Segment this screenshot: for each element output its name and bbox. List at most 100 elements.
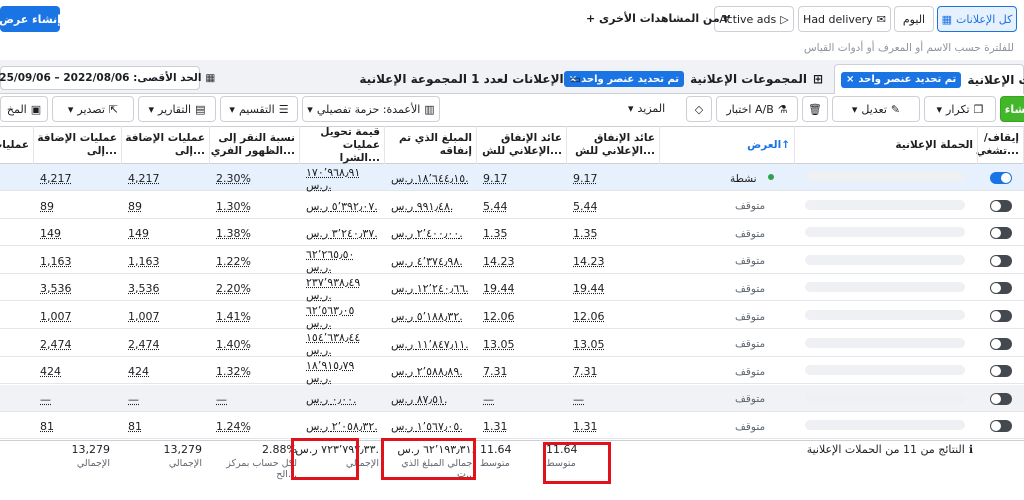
- column-header-conv-value[interactable]: قيمة تحويل عمليات الشرا...: [300, 126, 385, 164]
- column-header-offer[interactable]: العرض ↑: [660, 126, 795, 164]
- cell-spent: ٤٬٣٧٤٫٩٨ ر.س.: [391, 254, 463, 268]
- delivery-status: متوقف: [735, 338, 766, 351]
- cell-spent: ٨٧٫٥١ ر.س.: [391, 392, 448, 406]
- status-toggle[interactable]: [990, 227, 1012, 240]
- columns-dropdown[interactable]: ▾ الأعمدة: حزمة تفصيلي ▥: [302, 96, 440, 122]
- export-dropdown[interactable]: ▾ تصدير ⇱: [52, 96, 134, 122]
- campaign-name-redacted[interactable]: [805, 172, 965, 182]
- today-view-button[interactable]: اليوم: [894, 6, 934, 32]
- more-views-link[interactable]: + ٢ من المشاهدات الأخرى: [586, 12, 730, 25]
- more-dropdown[interactable]: ▾ المزيد: [628, 102, 665, 115]
- status-toggle[interactable]: [990, 310, 1012, 322]
- cell-roas2: 9.17: [483, 172, 508, 185]
- ab-test-button[interactable]: اختبار A/B ⚗: [716, 96, 798, 122]
- all-ads-view-button[interactable]: ▦ كل الإعلانات: [937, 6, 1017, 32]
- cell-ctr: 1.22%: [216, 254, 251, 268]
- delivery-status: متوقف: [735, 255, 766, 268]
- campaign-name-redacted[interactable]: [805, 282, 965, 293]
- export-icon: ⇱: [108, 102, 119, 116]
- column-header-amount-spent[interactable]: المبلغ الذي تم إنفاقه: [385, 126, 477, 164]
- breakdown-dropdown[interactable]: ▾ التقسيم ☰: [220, 96, 298, 122]
- column-header-ctr[interactable]: نسبة النقر إلى الظهور الفري...: [210, 126, 300, 164]
- campaign-name-redacted[interactable]: [805, 199, 965, 210]
- cell-ctr: 1.41%: [216, 310, 251, 323]
- cell-roas2: 13.05: [483, 337, 515, 351]
- search-input[interactable]: للفلترة حسب الاسم أو المعرف أو أدوات الق…: [804, 42, 1014, 54]
- column-header-adds-3[interactable]: عمليات: [0, 126, 34, 164]
- status-toggle[interactable]: [990, 365, 1012, 378]
- status-toggle[interactable]: [990, 199, 1012, 212]
- campaign-name-redacted[interactable]: [805, 392, 965, 403]
- chevron-down-icon: ▾: [936, 102, 943, 116]
- totals-ctr: 2.88% لكل حساب بمركز الح...: [226, 443, 297, 480]
- table-row[interactable]: نشطة 9.17 9.17 ١٨٬٦٤٤٫١٥ ر.س. ١٧٠٬٩٦٨٫٩١ ر.س…: [0, 164, 1024, 192]
- cell-adds1: 1,007: [128, 310, 160, 323]
- table-row[interactable]: متوقف 1.31 1.31 ١٬٥٦٧٫٠٥ ر.س. ٢٬٠٥٨٫٣٢ ر.س. 1…: [0, 412, 1024, 440]
- campaign-name-redacted[interactable]: [805, 420, 965, 431]
- cell-ctr: 1.30%: [216, 199, 251, 213]
- create-view-button[interactable]: إنشاء عرض: [0, 6, 61, 32]
- trash-icon: 🗑: [808, 102, 822, 116]
- custom-button[interactable]: المخ ▣: [0, 96, 48, 122]
- ad-icon: ▭: [569, 72, 581, 86]
- create-button[interactable]: شاء: [1000, 96, 1024, 122]
- highlight-box: [543, 442, 611, 484]
- status-toggle[interactable]: [990, 172, 1012, 184]
- cell-spent: ٩٩١٫٤٨ ر.س.: [391, 199, 454, 213]
- column-header-campaign[interactable]: الحملة الإعلانية: [795, 126, 978, 164]
- status-toggle[interactable]: [990, 254, 1012, 267]
- cell-adds1: 1,163: [128, 254, 160, 268]
- cell-conv: ٥٬٣٩٢٫٠٧ ر.س.: [306, 199, 378, 213]
- campaign-name-redacted[interactable]: [805, 310, 965, 320]
- table-row[interactable]: متوقف — — ٨٧٫٥١ ر.س. ٠٫٠٠ ر.س. — — —: [0, 384, 1024, 412]
- tab-campaigns[interactable]: × تم تحديد عنصر واحد الحملات الإعلانية: [834, 64, 1024, 94]
- tag-button[interactable]: ◇: [686, 96, 712, 122]
- campaign-name-redacted[interactable]: [805, 227, 965, 238]
- info-icon: ℹ: [968, 443, 973, 456]
- delete-button[interactable]: 🗑: [802, 96, 828, 122]
- table-row[interactable]: متوقف 1.35 1.35 ٢٬٤٠٠٫٠٠ ر.س. ٣٬٢٤٠٫٣٧ ر.س. 1…: [0, 219, 1024, 247]
- table-row[interactable]: متوقف 7.31 7.31 ٢٬٥٨٨٫٨٩ ر.س. ١٨٬٩١٥٫٧٩ ر.س.…: [0, 357, 1024, 385]
- selected-chip[interactable]: × تم تحديد عنصر واحد: [841, 71, 962, 88]
- status-toggle[interactable]: [990, 282, 1012, 295]
- status-toggle[interactable]: [990, 392, 1012, 405]
- column-header-adds-2[interactable]: عمليات الإضافة إلى...: [34, 126, 122, 164]
- status-toggle[interactable]: [990, 420, 1012, 433]
- campaign-name-redacted[interactable]: [805, 254, 965, 265]
- had-delivery-view-button[interactable]: Had delivery ✉: [798, 6, 891, 32]
- selected-chip[interactable]: × تم تحديد عنصر واحد: [563, 71, 685, 87]
- tab-ads[interactable]: الإعلانات لعدد 1 المجموعة الإعلانية ▭: [359, 64, 581, 94]
- cell-adds2: 149: [40, 227, 61, 241]
- tab-adsets[interactable]: × تم تحديد عنصر واحد المجموعات الإعلانية…: [563, 64, 827, 94]
- cell-roas1: 1.31: [573, 420, 598, 434]
- column-header-adds-1[interactable]: عمليات الإضافة إلى...: [122, 126, 210, 164]
- table-row[interactable]: متوقف 5.44 5.44 ٩٩١٫٤٨ ر.س. ٥٬٣٩٢٫٠٧ ر.س. 1.3…: [0, 192, 1024, 219]
- campaign-name-redacted[interactable]: [805, 337, 965, 348]
- cell-spent: ١١٬٨٤٧٫١١ ر.س.: [391, 337, 469, 351]
- cell-roas1: 9.17: [573, 172, 598, 185]
- cell-adds2: 3,536: [40, 282, 72, 296]
- date-range-picker[interactable]: الحد الأقصى: 2022/08/06 – 2025/09/06 ▦: [0, 66, 215, 90]
- reports-dropdown[interactable]: ▾ التقارير ▤: [138, 96, 216, 122]
- column-header-roas-1[interactable]: عائد الإنفاق الإعلاني للش...: [567, 126, 660, 164]
- cell-roas2: 14.23: [483, 254, 515, 268]
- copy-icon: ❐: [973, 102, 984, 116]
- chevron-down-icon: ▾: [67, 102, 74, 116]
- close-icon[interactable]: ×: [846, 74, 854, 85]
- column-header-roas-2[interactable]: عائد الإنفاق الإعلاني للش...: [477, 126, 567, 164]
- highlight-box: [381, 438, 476, 480]
- cell-conv: ٦٢٬٥٦٣٫٠٥ ر.س.: [306, 303, 355, 330]
- column-header-toggle[interactable]: إيقاف/ تشغي...: [976, 126, 1024, 164]
- status-toggle[interactable]: [990, 337, 1012, 350]
- campaign-name-redacted[interactable]: [805, 365, 965, 376]
- edit-button[interactable]: ▾ تعديل ✎: [832, 96, 920, 122]
- cell-roas1: 14.23: [573, 254, 605, 268]
- chart-icon: ▣: [30, 102, 42, 116]
- duplicate-button[interactable]: ▾ تكرار ❐: [924, 96, 996, 122]
- cell-adds2: 1,163: [40, 254, 72, 268]
- table-row[interactable]: متوقف 12.06 12.06 ٥٬١٨٨٫٣٢ ر.س. ٦٢٬٥٦٣٫٠٥ ر.…: [0, 302, 1024, 330]
- table-row[interactable]: متوقف 13.05 13.05 ١١٬٨٤٧٫١١ ر.س. ١٥٤٬٦٣٨٫٤٤ …: [0, 330, 1024, 357]
- cell-roas2: 1.35: [483, 227, 508, 241]
- table-row[interactable]: متوقف 19.44 19.44 ١٢٬٢٤٠٫٦٦ ر.س. ٢٣٧٬٩٣٨٫٤٩ …: [0, 274, 1024, 302]
- table-row[interactable]: متوقف 14.23 14.23 ٤٬٣٧٤٫٩٨ ر.س. ٦٢٬٢٦٥٫٥٠ ر.…: [0, 247, 1024, 274]
